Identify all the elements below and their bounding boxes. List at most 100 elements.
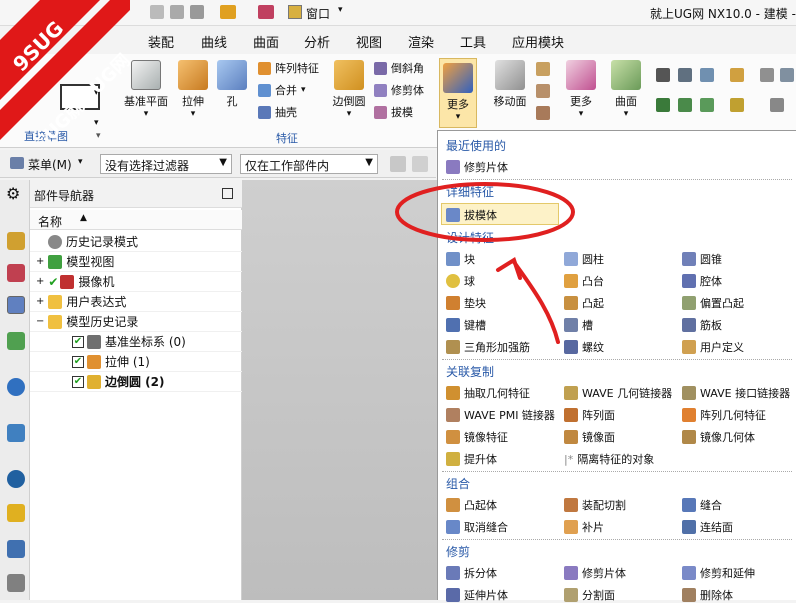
menu-item-trim-and-extend[interactable]: 修剪和延伸 — [682, 565, 755, 581]
tree-row[interactable]: ✔ 基准坐标系 (0) — [30, 332, 242, 352]
tab-view[interactable]: 视图 — [356, 32, 382, 51]
chamfer-button[interactable]: 倒斜角 — [374, 60, 424, 76]
surface-button[interactable]: 曲面 ▾ — [608, 60, 644, 119]
column-name[interactable]: 名称 — [38, 213, 62, 230]
expand-icon[interactable]: + — [36, 256, 44, 267]
menu-item-delete-body[interactable]: 删除体 — [682, 587, 733, 603]
mesh-icon[interactable] — [700, 68, 714, 82]
menu-item-mirror-face[interactable]: 镜像面 — [564, 429, 615, 445]
window-menu[interactable]: 窗口 — [306, 5, 330, 22]
scope-select[interactable]: 仅在工作部件内 ▼ — [240, 154, 378, 174]
delete-face-icon[interactable] — [536, 106, 550, 120]
extrude-button[interactable]: 拉伸 ▾ — [176, 60, 210, 119]
menu-item-split-body[interactable]: 拆分体 — [446, 565, 497, 581]
trim-curve-icon[interactable] — [678, 98, 692, 112]
variational-icon[interactable] — [780, 68, 794, 82]
menu-item-isolate-feature-objects[interactable]: |* 隔离特征的对象 — [564, 451, 654, 467]
gear-icon[interactable]: ⚙ — [6, 184, 20, 203]
datum-plane-button[interactable]: 基准平面 ▾ — [120, 60, 172, 119]
move-face-button[interactable]: 移动面 — [488, 60, 532, 109]
menu-item-wave-pmi-linker[interactable]: WAVE PMI 链接器 — [446, 407, 555, 423]
menu-item-wave-geometry-linker[interactable]: WAVE 几何链接器 — [564, 385, 672, 401]
menu-item-unsew[interactable]: 取消缝合 — [446, 519, 508, 535]
tree-row[interactable]: ✔ 边倒圆 (2) — [30, 372, 242, 392]
menu-item-pattern-face[interactable]: 阵列面 — [564, 407, 615, 423]
type-filter-select[interactable]: 没有选择过滤器 ▼ — [100, 154, 232, 174]
menu-item-pocket[interactable]: 腔体 — [682, 273, 722, 289]
menu-item-join-face[interactable]: 连结面 — [682, 519, 733, 535]
more-sync-button[interactable]: 更多 ▾ — [564, 60, 598, 119]
tab-analysis[interactable]: 分析 — [304, 32, 330, 51]
tree-row[interactable]: − 模型历史记录 — [30, 312, 242, 332]
menu-item-assembly-cut[interactable]: 装配切割 — [564, 497, 626, 513]
menu-item-divide-face[interactable]: 分割面 — [564, 587, 615, 603]
swept-icon[interactable] — [760, 68, 774, 82]
join-icon[interactable] — [700, 98, 714, 112]
expand-icon[interactable]: + — [36, 296, 44, 307]
tab-surface[interactable]: 曲面 — [253, 32, 279, 51]
menu-item-patch[interactable]: 补片 — [564, 519, 604, 535]
tree-row[interactable]: 历史记录模式 — [30, 232, 242, 252]
process-studio-icon[interactable] — [7, 540, 25, 558]
tree-row[interactable]: + 用户表达式 — [30, 292, 242, 312]
shaded-display-icon[interactable] — [220, 5, 236, 19]
edge-blend-button[interactable]: 边倒圆 ▾ — [330, 60, 368, 119]
menu-item-promote-body[interactable]: 提升体 — [446, 451, 497, 467]
tree-row[interactable]: + ✔ 摄像机 — [30, 272, 242, 292]
hd3d-icon[interactable] — [7, 378, 25, 396]
constraint-navigator-icon[interactable] — [7, 264, 25, 282]
web-browser-icon[interactable] — [7, 424, 25, 442]
shell-button[interactable]: 抽壳 — [258, 104, 297, 120]
tree-row[interactable]: ✔ 拉伸 (1) — [30, 352, 242, 372]
tab-render[interactable]: 渲染 — [408, 32, 434, 51]
visibility-checkbox[interactable]: ✔ — [72, 335, 84, 348]
reuse-library-icon[interactable] — [7, 332, 25, 350]
bridge-icon[interactable] — [730, 98, 744, 112]
draft-button[interactable]: 拔模 — [374, 104, 413, 120]
offset-region-icon[interactable] — [536, 62, 550, 76]
menu-button[interactable]: 菜单(M) — [28, 156, 72, 173]
visibility-checkbox[interactable]: ✔ — [72, 375, 84, 388]
menu-item-sew[interactable]: 缝合 — [682, 497, 722, 513]
through-curves-icon[interactable] — [678, 68, 692, 82]
menu-item-offset-emboss[interactable]: 偏置凸起 — [682, 295, 744, 311]
menu-item-cone[interactable]: 圆锥 — [682, 251, 722, 267]
pattern-feature-button[interactable]: 阵列特征 — [258, 60, 319, 76]
collapse-icon[interactable]: − — [36, 316, 44, 327]
assembly-navigator-icon[interactable] — [7, 232, 25, 250]
chevron-down-icon[interactable]: ▾ — [338, 5, 343, 15]
hole-button[interactable]: 孔 — [216, 60, 248, 109]
expand-icon[interactable]: + — [36, 276, 44, 287]
visibility-checkbox[interactable]: ✔ — [72, 355, 84, 368]
paste-icon[interactable] — [190, 5, 204, 19]
chevron-down-icon[interactable]: ▾ — [94, 88, 99, 98]
eraser-icon[interactable] — [258, 5, 274, 19]
group-expand-icon[interactable]: ▾ — [96, 131, 101, 141]
spline-icon[interactable] — [656, 68, 670, 82]
menu-item-extract-geometry[interactable]: 抽取几何特征 — [446, 385, 530, 401]
chevron-down-icon[interactable]: ▾ — [94, 118, 99, 128]
tree-row[interactable]: + 模型视图 — [30, 252, 242, 272]
maximize-icon[interactable] — [222, 188, 233, 199]
menu-item-rib[interactable]: 筋板 — [682, 317, 722, 333]
menu-item-wave-interface-linker[interactable]: WAVE 接口链接器 — [682, 385, 790, 401]
offset-icon[interactable] — [770, 98, 784, 112]
combine-button[interactable]: 合并 ▾ — [258, 82, 306, 98]
tab-tools[interactable]: 工具 — [460, 32, 486, 51]
menu-item-mirror-feature[interactable]: 镜像特征 — [446, 429, 508, 445]
tab-curve[interactable]: 曲线 — [201, 32, 227, 51]
replace-face-icon[interactable] — [536, 84, 550, 98]
history-icon[interactable] — [7, 470, 25, 488]
palette-icon[interactable] — [7, 504, 25, 522]
menu-item-extend-sheet[interactable]: 延伸片体 — [446, 587, 508, 603]
menu-item-trim-sheet-2[interactable]: 修剪片体 — [564, 565, 626, 581]
menu-item-mirror-geometry[interactable]: 镜像几何体 — [682, 429, 755, 445]
role-icon[interactable] — [7, 574, 25, 592]
menu-item-user-defined[interactable]: 用户定义 — [682, 339, 744, 355]
ruler-icon[interactable] — [730, 68, 744, 82]
tab-assembly[interactable]: 装配 — [148, 32, 174, 51]
sort-up-icon[interactable]: ▲ — [80, 213, 87, 223]
tab-applications[interactable]: 应用模块 — [512, 32, 564, 51]
more-button[interactable]: 更多 ▾ — [439, 58, 477, 128]
trim-body-button[interactable]: 修剪体 — [374, 82, 424, 98]
